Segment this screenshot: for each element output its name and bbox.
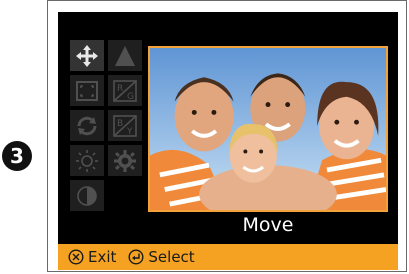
exit-label: Exit <box>88 248 117 266</box>
mode-label: Move <box>242 214 294 236</box>
rg-label-top: R <box>117 84 123 94</box>
by-label-bottom: Y <box>126 127 133 137</box>
button-hint-bar: Exit Select <box>58 244 398 270</box>
triangle-icon[interactable] <box>108 40 142 71</box>
select-hint[interactable]: Select <box>128 248 195 266</box>
brightness-icon[interactable] <box>70 145 104 176</box>
exit-hint[interactable]: Exit <box>68 248 116 266</box>
step-number-badge: 3 <box>2 141 32 171</box>
by-color-icon[interactable]: B Y <box>108 110 142 141</box>
enter-return-icon <box>128 249 144 265</box>
select-label: Select <box>148 248 195 266</box>
gear-settings-icon[interactable] <box>108 145 142 176</box>
rg-color-icon[interactable]: R G <box>108 75 142 106</box>
contrast-icon[interactable] <box>70 180 104 211</box>
edit-menu-icon-grid: R G B Y <box>70 40 144 212</box>
photo-preview <box>148 46 388 212</box>
crop-frame-icon[interactable] <box>70 75 104 106</box>
by-label-top: B <box>117 119 123 129</box>
cancel-x-icon <box>68 249 84 265</box>
move-icon[interactable] <box>70 40 104 71</box>
rotate-icon[interactable] <box>70 110 104 141</box>
camera-lcd-screen: R G B Y Move Exit Select <box>58 12 398 270</box>
manual-illustration: 3 R G B Y Move Exit Select <box>0 0 409 274</box>
rg-label-bottom: G <box>127 92 134 102</box>
